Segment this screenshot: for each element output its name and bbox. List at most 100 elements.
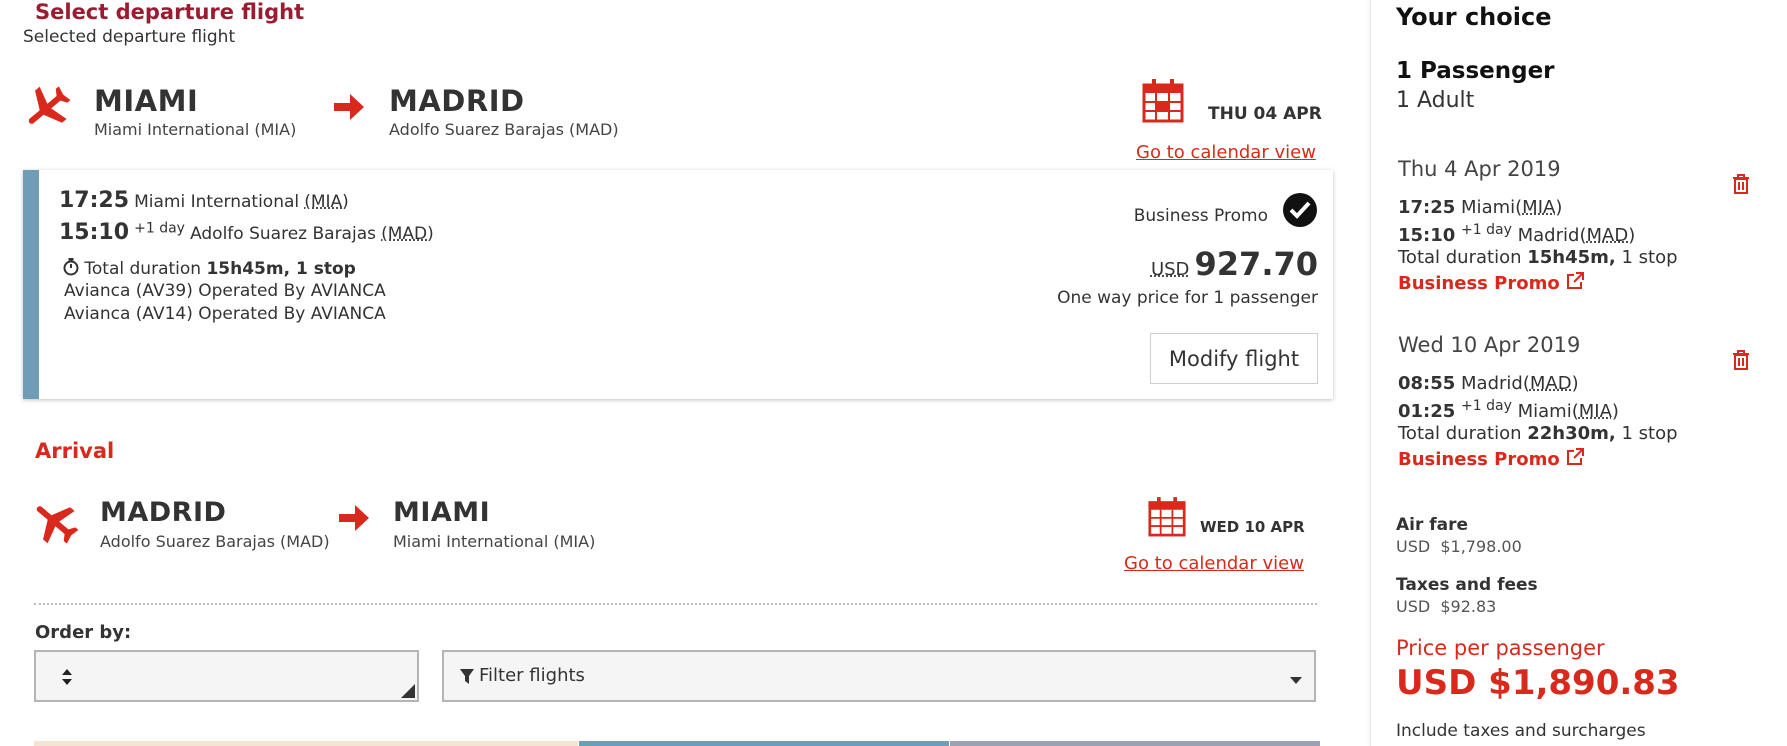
departure-origin-city: MIAMI [94,84,199,118]
inbound-fare: Business Promo [1398,449,1560,470]
flight-duration-label: Total duration [84,259,202,279]
inbound-arr-time: 01:25 [1398,401,1456,422]
summary-sidebar: Your choice 1 Passenger 1 Adult Thu 4 Ap… [1370,0,1787,746]
checkmark-icon [1283,193,1317,227]
arrival-date: WED 10 APR [1200,518,1305,536]
outbound-dep-code: MIA [1522,197,1556,218]
arrival-calendar-link[interactable]: Go to calendar view [1124,553,1304,574]
airplane-icon-return [36,506,79,544]
taxes-value: $92.83 [1440,597,1497,616]
filter-icon [460,669,474,684]
modify-flight-button[interactable]: Modify flight [1150,333,1318,384]
tab-strip-peach[interactable] [34,741,578,746]
flight-day-offset: +1 day [134,220,185,237]
arrival-heading: Arrival [35,439,115,463]
outbound-arr-offset: +1 day [1461,222,1512,238]
flight-arrival-time: 15:10 [59,220,130,245]
outbound-arrival: 15:10 +1 day Madrid(MAD) [1398,222,1636,246]
include-taxes-note: Include taxes and surcharges [1396,721,1646,741]
trash-icon[interactable] [1732,174,1750,194]
outbound-duration-value: 15h45m, [1527,247,1616,268]
inbound-dep-code: MAD [1529,373,1572,394]
sidebar-title: Your choice [1396,3,1552,31]
outbound-fare-link[interactable]: Business Promo [1398,272,1584,294]
selected-flight-card: 17:25 Miami International (MIA) 15:10 +1… [23,170,1333,399]
inbound-arrival: 01:25 +1 day Miami(MIA) [1398,398,1619,422]
air-fare-value: $1,798.00 [1440,537,1522,556]
outbound-duration-label: Total duration [1398,247,1522,268]
price-currency: USD [1150,259,1190,280]
air-fare-currency: USD [1396,537,1431,556]
taxes-amount: USD $92.83 [1396,597,1496,616]
filter-flights-select[interactable]: Filter flights [442,650,1316,702]
flight-departure-line: 17:25 Miami International (MIA) [59,188,349,213]
departure-origin-airport: Miami International (MIA) [94,120,297,139]
inbound-duration-label: Total duration [1398,423,1522,444]
air-fare-amount: USD $1,798.00 [1396,537,1522,556]
outbound-arr-city: Madrid [1517,225,1580,246]
flight-departure-code: (MIA) [304,192,349,212]
sort-icon [62,669,72,685]
flight-arrival-code: (MAD) [381,224,434,244]
arrival-destination-city: MIAMI [393,497,491,528]
tab-strip-grey[interactable] [950,741,1320,746]
outbound-arr-code: MAD [1586,225,1629,246]
arrival-destination-airport: Miami International (MIA) [393,532,596,551]
inbound-departure: 08:55 Madrid(MAD) [1398,373,1579,394]
arrow-right-icon-return [339,505,369,531]
inbound-fare-link[interactable]: Business Promo [1398,448,1584,470]
outbound-stops: 1 stop [1621,247,1678,268]
airplane-icon [28,86,71,124]
outbound-fare: Business Promo [1398,273,1560,294]
total-price: USD $1,890.83 [1396,663,1680,703]
order-by-select[interactable] [34,650,419,702]
chevron-down-icon [1290,677,1302,684]
inbound-dep-time: 08:55 [1398,373,1456,394]
trash-icon-inbound[interactable] [1732,350,1750,370]
calendar-icon[interactable] [1142,78,1184,124]
resize-corner-icon [401,684,415,698]
outbound-arr-time: 15:10 [1398,225,1456,246]
flight-departure-time: 17:25 [59,188,130,213]
inbound-duration: Total duration 22h30m, 1 stop [1398,423,1678,444]
sidebar-passengers: 1 Passenger [1396,58,1555,84]
order-by-label: Order by: [35,622,132,643]
price-note: One way price for 1 passenger [1057,288,1318,308]
air-fare-label: Air fare [1396,515,1469,535]
flight-duration-line: Total duration 15h45m, 1 stop [63,258,356,279]
flight-leg-2: Avianca (AV14) Operated By AVIANCA [64,304,386,324]
arrow-right-icon [334,94,364,120]
tab-strip-blue[interactable] [579,741,949,746]
external-link-icon [1566,272,1584,289]
filter-flights-label: Filter flights [479,665,585,686]
arrival-origin-city: MADRID [100,497,227,528]
outbound-dep-city: Miami [1461,197,1516,218]
outbound-dep-time: 17:25 [1398,197,1456,218]
inbound-arr-code: MIA [1578,401,1612,422]
inbound-date: Wed 10 Apr 2019 [1398,333,1581,357]
inbound-dep-city: Madrid [1461,373,1523,394]
calendar-icon-return[interactable] [1148,496,1186,538]
outbound-duration: Total duration 15h45m, 1 stop [1398,247,1678,268]
taxes-currency: USD [1396,597,1431,616]
sidebar-passenger-type: 1 Adult [1396,88,1475,113]
departure-date: THU 04 APR [1208,104,1322,124]
external-link-icon-inbound [1566,448,1584,465]
outbound-departure: 17:25 Miami(MIA) [1398,197,1563,218]
arrival-origin-airport: Adolfo Suarez Barajas (MAD) [100,532,330,551]
outbound-date: Thu 4 Apr 2019 [1398,157,1561,181]
inbound-duration-value: 22h30m, [1527,423,1616,444]
flight-duration-value: 15h45m, 1 stop [206,259,356,279]
divider [34,603,1317,605]
price-amount: 927.70 [1194,245,1318,283]
flight-arrival-line: 15:10 +1 day Adolfo Suarez Barajas (MAD) [59,220,434,245]
inbound-arr-city: Miami [1517,401,1572,422]
departure-subheading: Selected departure flight [23,27,236,47]
departure-destination-airport: Adolfo Suarez Barajas (MAD) [389,120,619,139]
departure-calendar-link[interactable]: Go to calendar view [1136,142,1316,163]
stopwatch-icon [63,258,79,276]
departure-destination-city: MADRID [389,84,525,118]
inbound-arr-offset: +1 day [1461,398,1512,414]
taxes-label: Taxes and fees [1396,575,1538,595]
fare-name: Business Promo [1133,206,1268,226]
